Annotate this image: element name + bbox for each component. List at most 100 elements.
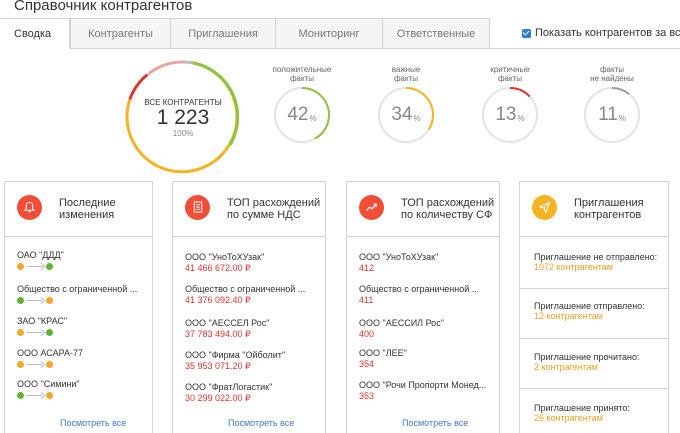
top-sf-discrepancy-card: ТОП расхождений по количеству СФ ООО "Ун…	[346, 181, 500, 433]
list-item[interactable]: ООО "Симини"	[17, 379, 80, 399]
top-vat-discrepancy-card: ТОП расхождений по сумме НДС ООО "УноТоХ…	[172, 181, 326, 433]
tab-responsible[interactable]: Ответственные	[382, 18, 490, 49]
gauge-title: факты	[497, 74, 523, 83]
status-dot	[46, 297, 53, 304]
company-name: ЗАО "КРАС"	[17, 316, 68, 326]
tab-monitoring[interactable]: Мониторинг	[275, 18, 383, 49]
list-item[interactable]: ООО "УноТоХУзак" 41 466 672.00 ₽	[185, 252, 264, 274]
card-title: ТОП расхождений	[401, 197, 495, 209]
gauge-title: факты	[599, 65, 625, 74]
company-name: ООО "УноТоХУзак"	[185, 252, 265, 262]
gauge-value: 13	[495, 104, 517, 125]
card-title: по количеству СФ	[401, 209, 493, 221]
list-item[interactable]: ООО "Рочи Пропорти Монед... 353	[359, 380, 486, 402]
company-name: Общество с ограниченной ...	[359, 284, 480, 294]
list-item[interactable]: ООО "УноТоХУзак" 412	[359, 252, 438, 274]
discrepancy-value: 41 376 092.40 ₽	[185, 295, 251, 305]
invitation-count-link[interactable]: 2 контрагентам	[534, 362, 598, 372]
card-header: Последние изменения	[5, 182, 152, 237]
status-dot	[46, 329, 53, 336]
list-item[interactable]: ООО АСАРА-77	[17, 348, 83, 368]
show-all-periods-checkbox[interactable]	[522, 28, 531, 38]
gauge-title: не найдены	[590, 74, 634, 83]
total-value: 1 223	[156, 106, 210, 129]
card-title: по сумме НДС	[227, 209, 301, 221]
tab-counterparties[interactable]: Контрагенты	[70, 18, 171, 49]
list-item[interactable]: Приглашение принято: 26 контрагентам	[520, 389, 668, 433]
trend-up-icon	[359, 195, 384, 220]
discrepancy-count: 400	[359, 329, 375, 339]
invitation-status: Приглашение принято:	[534, 403, 630, 413]
list-item[interactable]: Приглашение прочитано: 2 контрагентам	[520, 339, 668, 389]
company-name: ООО "УноТоХУзак"	[359, 252, 439, 262]
tab-invitations[interactable]: Приглашения	[170, 18, 276, 49]
arrow-right-icon	[24, 392, 46, 399]
list-item[interactable]: Приглашение не отправлено: 1072 контраге…	[520, 237, 668, 289]
show-all-periods-toggle[interactable]: Показать контрагентов за все пер	[522, 27, 680, 39]
list-item[interactable]: Общество с ограниченной ...	[17, 284, 137, 304]
arrow-right-icon	[24, 263, 46, 270]
gauge-value: 11	[598, 104, 618, 125]
invitation-count-link[interactable]: 12 контрагентам	[534, 311, 603, 321]
gauge-value: 34	[391, 104, 413, 125]
card-title: Приглашения	[574, 197, 644, 209]
invitation-count-link[interactable]: 26 контрагентам	[534, 413, 603, 423]
status-dot	[46, 361, 53, 368]
company-name: ОАО "ДДД"	[17, 250, 64, 260]
document-icon	[185, 195, 210, 220]
status-dot	[46, 263, 53, 270]
discrepancy-value: 37 783 494.00 ₽	[185, 329, 251, 339]
gauge-title: положительные	[272, 65, 332, 74]
arrow-right-icon	[24, 329, 46, 336]
discrepancy-count: 411	[359, 295, 374, 305]
gauge-title: факты	[393, 74, 419, 83]
recent-changes-card: Последние изменения ОАО "ДДД" Общество с…	[4, 181, 153, 433]
view-all-link[interactable]: Посмотреть все	[60, 418, 126, 428]
company-name: ООО "Симини"	[17, 379, 80, 389]
list-item[interactable]: ООО "Фирма "Ойболит" 35 953 071.20 ₽	[185, 350, 285, 372]
discrepancy-count: 353	[359, 391, 375, 401]
gauge-unit: %	[413, 114, 421, 123]
card-title: ТОП расхождений	[227, 197, 321, 209]
status-dot	[17, 297, 24, 304]
list-item[interactable]: ООО "АЕССИЛ Рос" 400	[359, 318, 444, 340]
card-header: ТОП расхождений по количеству СФ	[347, 182, 499, 237]
company-name: ООО "АЕССЕЛ Рос"	[185, 318, 270, 328]
list-item[interactable]: ООО "ФратЛогастик" 30 299 022.00 ₽	[185, 382, 272, 404]
company-name: Общество с ограниченной ...	[17, 284, 138, 294]
gauge-title: факты	[289, 74, 315, 83]
show-all-periods-label: Показать контрагентов за все пер	[535, 27, 680, 39]
company-name: ООО "АЕССИЛ Рос"	[359, 318, 444, 328]
view-all-link[interactable]: Посмотреть все	[402, 418, 468, 428]
list-item[interactable]: ЗАО "КРАС"	[17, 316, 67, 336]
invitation-count-link[interactable]: 1072 контрагентам	[534, 262, 613, 272]
invitation-status: Приглашение не отправлено:	[534, 252, 658, 262]
company-name: ООО АСАРА-77	[17, 348, 84, 358]
invitations-card: Приглашения контрагентов Приглашение не …	[519, 181, 669, 433]
view-all-link[interactable]: Посмотреть все	[228, 418, 294, 428]
list-item[interactable]: ООО "ЛЕЕ" 354	[359, 348, 407, 370]
status-dot	[17, 392, 24, 399]
company-name: ООО "ЛЕЕ"	[359, 348, 407, 358]
total-counterparties-gauge[interactable]: ВСЕ КОНТРАГЕНТЫ 1 223 100%	[123, 57, 243, 177]
card-header: Приглашения контрагентов	[520, 182, 668, 237]
discrepancy-value: 41 466 672.00 ₽	[185, 263, 251, 273]
card-title: контрагентов	[574, 209, 642, 221]
company-name: ООО "Рочи Пропорти Монед...	[359, 380, 487, 390]
list-item[interactable]: Приглашение отправлено: 12 контрагентам	[520, 289, 668, 339]
company-name: ООО "ФратЛогастик"	[185, 382, 273, 392]
list-item[interactable]: Общество с ограниченной ... 411	[359, 284, 479, 306]
tab-summary[interactable]: Сводка	[0, 18, 70, 49]
card-header: ТОП расхождений по сумме НДС	[173, 182, 325, 237]
invitation-status: Приглашение прочитано:	[534, 352, 640, 362]
invitation-status: Приглашение отправлено:	[534, 301, 645, 311]
list-item[interactable]: Общество с ограниченной ... 41 376 092.4…	[185, 284, 305, 306]
status-dot	[17, 263, 24, 270]
list-item[interactable]: ООО "АЕССЕЛ Рос" 37 783 494.00 ₽	[185, 318, 269, 340]
list-item[interactable]: ОАО "ДДД"	[17, 250, 64, 270]
gauge-value: 42	[287, 104, 309, 125]
tab-bar: Сводка Контрагенты Приглашения Мониторин…	[0, 18, 680, 49]
card-title: изменения	[59, 209, 115, 221]
arrow-right-icon	[24, 361, 46, 368]
bell-icon	[17, 195, 42, 220]
